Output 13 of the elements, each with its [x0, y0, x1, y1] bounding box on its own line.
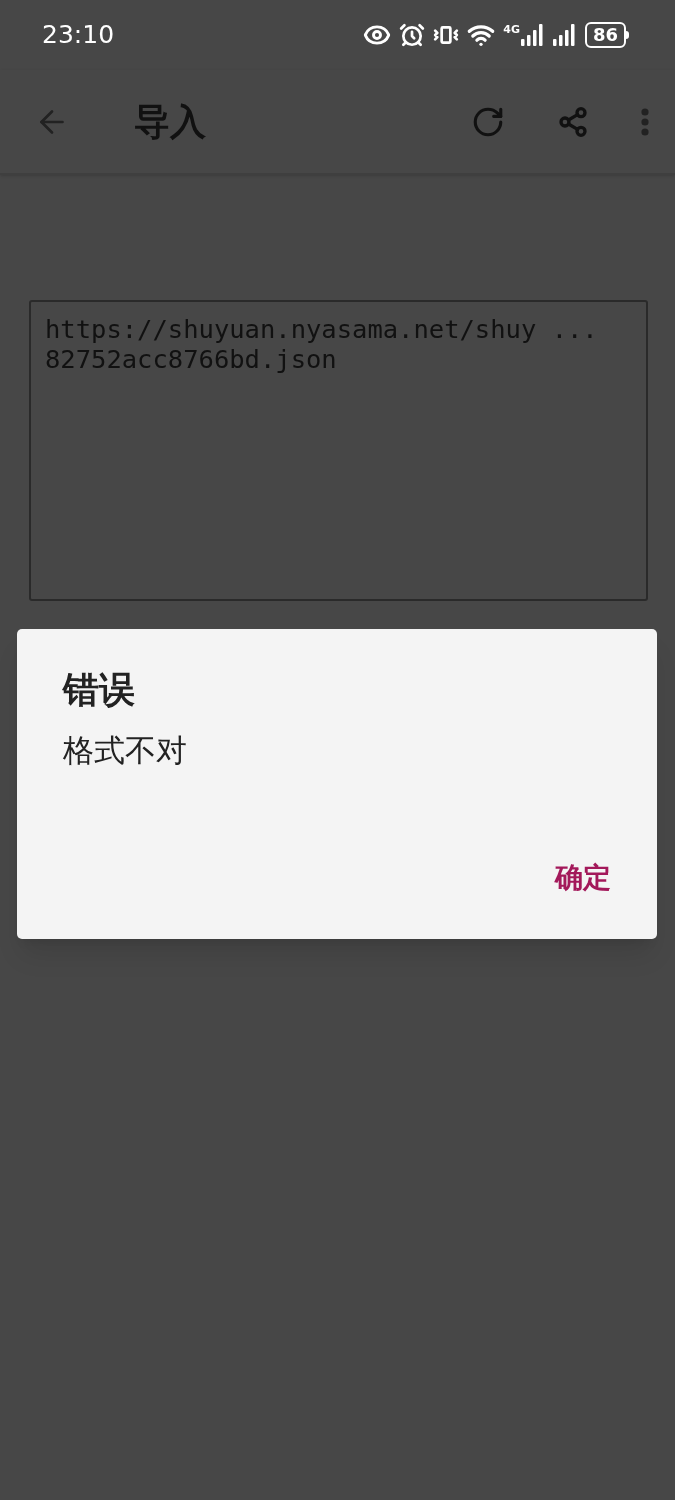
more-button[interactable]	[641, 107, 649, 136]
share-button[interactable]	[557, 105, 589, 138]
dialog-title: 错误	[63, 668, 135, 712]
more-icon	[641, 107, 649, 136]
ok-button[interactable]: 确定	[555, 857, 611, 899]
signal-icon	[552, 24, 577, 46]
dialog-message: 格式不对	[63, 731, 187, 770]
alarm-icon	[399, 22, 426, 48]
network-type: 4G	[503, 24, 520, 35]
battery-indicator: 86	[584, 22, 626, 48]
signal-icon	[520, 24, 545, 46]
share-icon	[557, 105, 589, 138]
status-time: 23:10	[42, 19, 115, 52]
